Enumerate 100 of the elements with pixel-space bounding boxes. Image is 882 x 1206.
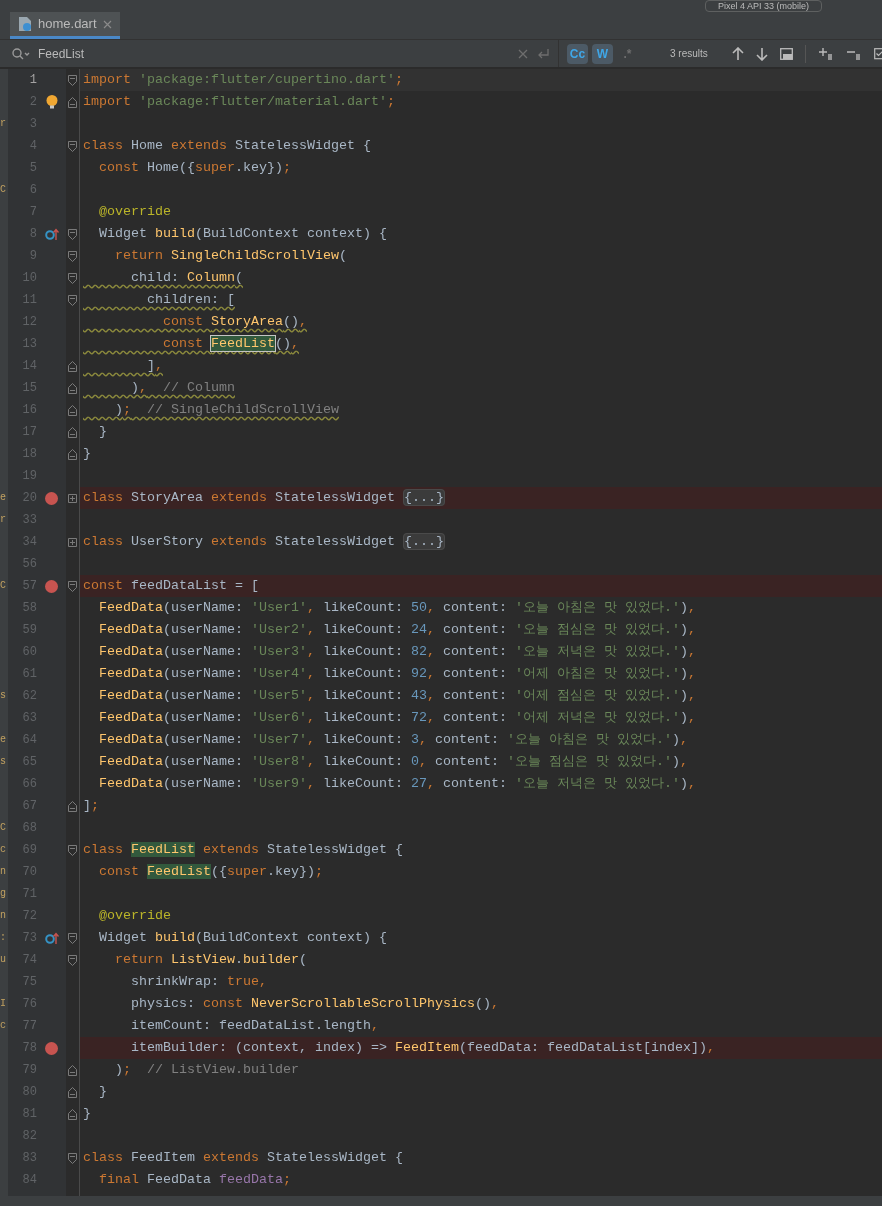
code-line: FeedData(userName: 'User5', likeCount: 43, content: '어제 점심은 맛 있었다.'), bbox=[98, 687, 696, 705]
fold-icon[interactable] bbox=[68, 294, 77, 306]
code-line: const StoryArea(), bbox=[161, 313, 307, 331]
checkbox-icon[interactable] bbox=[874, 47, 882, 60]
code-line: child: Column( bbox=[130, 269, 243, 287]
fold-icon[interactable] bbox=[68, 96, 77, 108]
side-panel-text: e bbox=[0, 492, 6, 504]
code-line: import 'package:flutter/cupertino.dart'; bbox=[83, 71, 403, 89]
code-line: return SingleChildScrollView( bbox=[114, 247, 347, 265]
clear-icon[interactable] bbox=[518, 48, 528, 59]
code-line: FeedData(userName: 'User8', likeCount: 0, content: '오늘 점심은 맛 있었다.'), bbox=[98, 753, 688, 771]
override-icon[interactable] bbox=[44, 227, 59, 241]
code-line: FeedData(userName: 'User9', likeCount: 27, content: '오늘 저녁은 맛 있었다.'), bbox=[98, 775, 696, 793]
horizontal-scrollbar[interactable] bbox=[0, 1196, 882, 1206]
code-line: } bbox=[83, 1105, 91, 1123]
code-line: ]; bbox=[83, 797, 99, 815]
next-occurrence-icon[interactable] bbox=[756, 46, 768, 61]
code-line: const FeedList(), bbox=[161, 335, 299, 353]
fold-icon[interactable] bbox=[68, 140, 77, 152]
side-panel-text: c bbox=[0, 1020, 6, 1032]
breakpoint-icon[interactable] bbox=[45, 1041, 58, 1055]
code-line: class UserStory extends StatelessWidget {...} bbox=[83, 533, 445, 551]
fold-icon[interactable] bbox=[68, 1152, 77, 1164]
code-line: itemCount: feedDataList.length, bbox=[130, 1017, 379, 1035]
side-panel-text: C bbox=[0, 822, 6, 834]
code-line: FeedData(userName: 'User7', likeCount: 3, content: '오늘 아침은 맛 있었다.'), bbox=[98, 731, 688, 749]
code-line: } bbox=[98, 423, 107, 441]
fold-icon[interactable] bbox=[68, 360, 77, 372]
line-number: 1 bbox=[28, 72, 37, 89]
code-line: final FeedData feedData; bbox=[98, 1171, 291, 1189]
code-line: FeedData(userName: 'User4', likeCount: 92, content: '어제 아침은 맛 있었다.'), bbox=[98, 665, 696, 683]
expand-icon[interactable] bbox=[68, 493, 77, 503]
code-line: const FeedList({super.key}); bbox=[98, 863, 323, 881]
code-line: import 'package:flutter/material.dart'; bbox=[83, 93, 395, 111]
breakpoint-icon[interactable] bbox=[45, 491, 58, 505]
fold-icon[interactable] bbox=[68, 580, 77, 592]
code-line: children: [ bbox=[146, 291, 235, 309]
fold-icon[interactable] bbox=[68, 844, 77, 856]
search-option-toggle[interactable]: Cc bbox=[567, 43, 588, 64]
fold-icon[interactable] bbox=[68, 1086, 77, 1098]
fold-icon[interactable] bbox=[68, 74, 77, 86]
side-panel-text: I bbox=[0, 998, 6, 1010]
side-panel-text: n bbox=[0, 866, 6, 878]
code-line: const feedDataList = [ bbox=[83, 577, 259, 595]
previous-occurrence-icon[interactable] bbox=[732, 46, 744, 61]
fold-icon[interactable] bbox=[68, 1108, 77, 1120]
dart-file-icon bbox=[18, 16, 32, 32]
code-line: ), // Column bbox=[130, 379, 235, 397]
select-all-occurrences-icon[interactable] bbox=[780, 47, 793, 60]
add-occurrence-icon[interactable] bbox=[818, 46, 834, 61]
lightbulb-icon[interactable] bbox=[45, 95, 58, 109]
search-field[interactable]: FeedList bbox=[38, 44, 510, 63]
fold-icon[interactable] bbox=[68, 382, 77, 394]
side-panel-text: n bbox=[0, 910, 6, 922]
search-option-toggle[interactable]: W bbox=[592, 43, 613, 64]
code-line: class Home extends StatelessWidget { bbox=[83, 137, 371, 155]
override-icon[interactable] bbox=[44, 931, 59, 945]
search-icon[interactable] bbox=[12, 47, 30, 60]
code-line: const Home({super.key}); bbox=[98, 159, 291, 177]
code-line: Widget build(BuildContext context) { bbox=[98, 929, 387, 947]
code-line: ); // ListView.builder bbox=[114, 1061, 299, 1079]
fold-icon[interactable] bbox=[68, 404, 77, 416]
code-line: physics: const NeverScrollableScrollPhysics(), bbox=[130, 995, 499, 1013]
code-line: shrinkWrap: true, bbox=[130, 973, 267, 991]
fold-icon[interactable] bbox=[68, 250, 77, 262]
fold-icon[interactable] bbox=[68, 954, 77, 966]
expand-icon[interactable] bbox=[68, 537, 77, 547]
code-line: class StoryArea extends StatelessWidget {...} bbox=[83, 489, 445, 507]
code-line: FeedData(userName: 'User2', likeCount: 24, content: '오늘 점심은 맛 있었다.'), bbox=[98, 621, 696, 639]
file-tab[interactable]: home.dart bbox=[10, 12, 120, 39]
side-panel-text: c bbox=[0, 844, 6, 856]
code-line: } bbox=[98, 1083, 107, 1101]
find-bar[interactable]: FeedList Cc W .* 3 results bbox=[0, 40, 882, 68]
newline-icon[interactable] bbox=[536, 47, 550, 60]
code-line: return ListView.builder( bbox=[114, 951, 307, 969]
code-line: ], bbox=[146, 357, 163, 375]
side-panel-text: C bbox=[0, 184, 6, 196]
fold-icon[interactable] bbox=[68, 448, 77, 460]
search-option-toggle[interactable]: .* bbox=[617, 43, 638, 64]
side-panel-text: : bbox=[0, 932, 6, 944]
code-line: @override bbox=[98, 203, 171, 221]
side-panel-text: u bbox=[0, 954, 6, 966]
code-line: ); // SingleChildScrollView bbox=[114, 401, 339, 419]
code-line: FeedData(userName: 'User6', likeCount: 72, content: '어제 저녁은 맛 있었다.'), bbox=[98, 709, 696, 727]
code-line: class FeedList extends StatelessWidget { bbox=[83, 841, 403, 859]
side-panel-text: s bbox=[0, 690, 6, 702]
fold-icon[interactable] bbox=[68, 932, 77, 944]
close-icon[interactable] bbox=[102, 19, 112, 29]
code-line: itemBuilder: (context, index) => FeedItem(feedData: feedDataList[index]), bbox=[130, 1039, 715, 1057]
fold-icon[interactable] bbox=[68, 228, 77, 240]
code-line: } bbox=[83, 445, 91, 463]
side-panel-text: C bbox=[0, 580, 6, 592]
fold-icon[interactable] bbox=[68, 426, 77, 438]
fold-icon[interactable] bbox=[68, 1064, 77, 1076]
code-line: class FeedItem extends StatelessWidget { bbox=[83, 1149, 403, 1167]
code-line: FeedData(userName: 'User3', likeCount: 82, content: '오늘 저녁은 맛 있었다.'), bbox=[98, 643, 696, 661]
code-line: @override bbox=[98, 907, 171, 925]
fold-icon[interactable] bbox=[68, 800, 77, 812]
fold-icon[interactable] bbox=[68, 272, 77, 284]
breakpoint-icon[interactable] bbox=[45, 579, 58, 593]
